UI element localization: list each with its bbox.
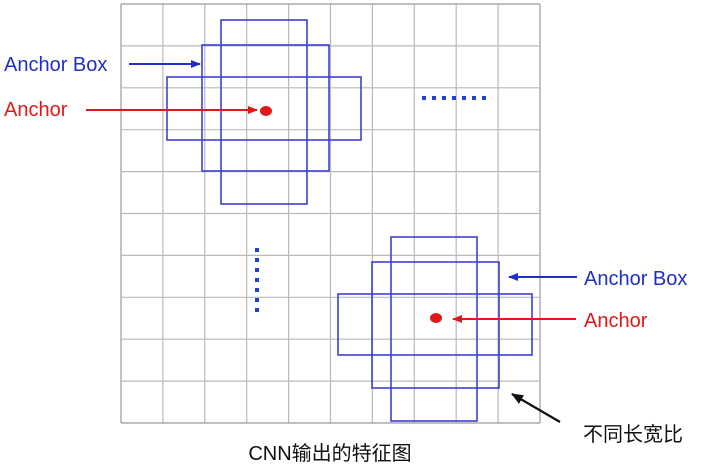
anchor-label-right: Anchor [584, 310, 648, 332]
ellipsis-dot [255, 278, 259, 282]
aspect-ratio-arrow [511, 393, 561, 423]
anchor-box-tall [390, 236, 478, 422]
ellipsis-dot [255, 258, 259, 262]
ellipsis-dot [472, 96, 476, 100]
anchor-point-bottom-right [430, 313, 442, 323]
anchor-point-top-left [260, 106, 272, 116]
ellipsis-dot [462, 96, 466, 100]
ellipsis-dot [452, 96, 456, 100]
ellipsis-dot [255, 288, 259, 292]
aspect-ratio-label: 不同长宽比 [583, 423, 683, 446]
anchor-box-label-right: Anchor Box [584, 268, 687, 290]
ellipsis-dot [255, 248, 259, 252]
anchor-box-wide [337, 293, 533, 356]
ellipsis-dot [255, 298, 259, 302]
anchor-box-group-bottom-right [337, 236, 533, 422]
anchor-box-label-left: Anchor Box [4, 54, 107, 76]
vertical-dots-icon [255, 248, 259, 312]
diagram-canvas: Anchor Box Anchor Anchor Box Anchor 不同长宽… [4, 3, 687, 465]
ellipsis-dot [255, 268, 259, 272]
ellipsis-dot [432, 96, 436, 100]
horizontal-dots-icon [422, 96, 486, 100]
anchor-label-left: Anchor [4, 99, 68, 121]
caption: CNN输出的特征图 [248, 442, 411, 465]
ellipsis-dot [442, 96, 446, 100]
ellipsis-dot [255, 308, 259, 312]
ellipsis-dot [422, 96, 426, 100]
ellipsis-dot [482, 96, 486, 100]
